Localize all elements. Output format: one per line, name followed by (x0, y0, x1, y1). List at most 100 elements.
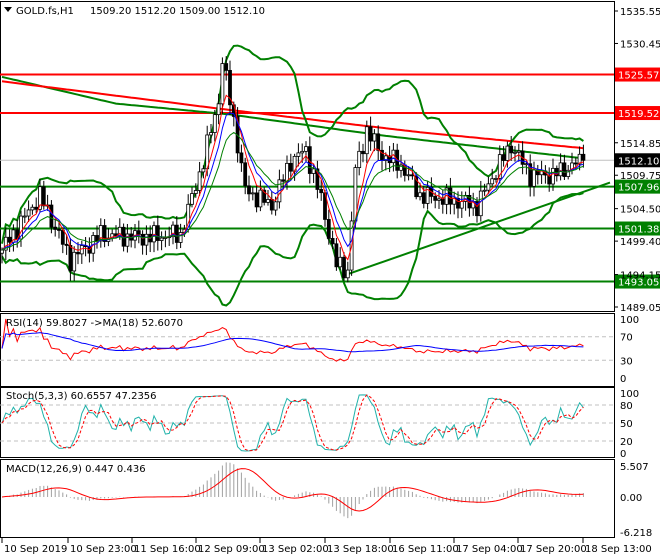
candle-body (376, 133, 381, 151)
last-price-tag-label: 1512.10 (618, 156, 659, 167)
candle-body (562, 162, 567, 177)
candle-body (250, 192, 255, 195)
candle-body (456, 197, 460, 209)
time-tick-label: 13 Sep 18:00 (327, 544, 394, 555)
candle-body (505, 145, 510, 161)
candle-body (410, 174, 415, 177)
chart-title: GOLD.fs,H1 (16, 6, 74, 17)
rsi-tick-label: 100 (620, 315, 639, 326)
macd-tick-label: 0.00 (620, 493, 642, 504)
candle-body (361, 150, 365, 155)
candle-body (7, 236, 12, 243)
candle-body (494, 178, 498, 180)
candle-body (95, 235, 99, 242)
candle-body (247, 185, 251, 195)
candle-body (573, 162, 578, 165)
candle-body (30, 206, 35, 211)
stoch-tick-label: 0 (620, 449, 626, 460)
stoch-label: Stoch(5,3,3) 60.6557 47.2356 (6, 391, 157, 402)
time-tick-label: 10 Sep 23:00 (70, 544, 137, 555)
candle-body (334, 243, 339, 268)
ohlc-readout: 1509.20 1512.20 1509.00 1512.10 (90, 6, 265, 17)
candle-body (551, 167, 555, 185)
candle-body (437, 198, 441, 201)
candle-body (368, 126, 373, 142)
candle-body (285, 162, 289, 182)
candle-body (482, 189, 487, 192)
candle-body (421, 192, 426, 204)
candle-body (64, 243, 69, 246)
candle-body (357, 150, 362, 168)
candle-body (22, 215, 27, 218)
candle-body (254, 192, 259, 208)
candle-body (258, 189, 263, 208)
candle-body (155, 225, 160, 241)
candle-body (163, 237, 168, 239)
candle-body (144, 233, 149, 246)
candle-body (345, 269, 350, 279)
candle-body (326, 219, 331, 239)
candle-body (49, 204, 54, 228)
candle-body (296, 152, 301, 157)
candle-body (433, 196, 438, 201)
candle-body (26, 209, 31, 217)
candle-body (300, 150, 305, 154)
candle-body (486, 183, 491, 191)
candle-body (372, 133, 377, 142)
price-tick-label: 1535.55 (620, 7, 660, 18)
time-tick-label: 17 Sep 20:00 (520, 544, 587, 555)
candle-body (338, 256, 343, 268)
candle-body (205, 134, 210, 170)
candle-body (459, 201, 464, 209)
candle-body (239, 152, 244, 164)
candle-body (364, 126, 369, 155)
macd-tick-label: -6.218 (620, 528, 652, 539)
candle-body (418, 192, 422, 198)
candle-body (581, 153, 586, 161)
candle-body (243, 162, 248, 187)
candle-body (34, 206, 39, 210)
stoch-tick-label: 80 (620, 401, 633, 412)
candle-body (197, 171, 202, 191)
rsi-tick-label: 0 (620, 374, 626, 385)
price-tick-label: 1509.75 (620, 171, 660, 182)
time-tick-label: 11 Sep 16:00 (134, 544, 201, 555)
stoch-tick-label: 20 (620, 437, 633, 448)
candle-body (140, 233, 145, 246)
price-tick-label: 1489.05 (620, 303, 660, 314)
candle-body (513, 151, 517, 154)
candle-body (159, 237, 164, 241)
candle-body (53, 226, 58, 230)
candle-body (136, 230, 141, 235)
time-tick-label: 10 Sep 2019 (4, 544, 67, 555)
candle-body (273, 201, 278, 211)
candle-body (440, 198, 445, 205)
candle-body (266, 199, 270, 203)
candle-body (212, 114, 217, 133)
price-tick-label: 1504.50 (620, 205, 660, 216)
candle-body (190, 193, 194, 205)
macd-label: MACD(12,26,9) 0.447 0.436 (6, 464, 146, 475)
time-tick-label: 13 Sep 02:00 (262, 544, 329, 555)
candle-body (516, 150, 521, 153)
price-tick-label: 1530.45 (620, 39, 660, 50)
stoch-tick-label: 50 (620, 419, 633, 430)
candle-body (311, 168, 316, 174)
price-tick-label: 1514.85 (620, 139, 660, 150)
candle-body (269, 199, 274, 211)
candle-body (304, 146, 308, 152)
time-tick-label: 16 Sep 11:00 (392, 544, 459, 555)
candle-body (57, 229, 61, 231)
candle-body (330, 238, 335, 245)
candle-body (558, 162, 563, 177)
candle-body (501, 154, 506, 161)
candle-body (174, 224, 179, 243)
candle-body (220, 63, 225, 105)
candle-body (216, 103, 221, 116)
candle-body (193, 190, 198, 194)
level-tag-label: 1525.57 (618, 71, 659, 82)
time-tick-label: 12 Sep 09:00 (198, 544, 265, 555)
time-tick-label: 18 Sep 13:00 (585, 544, 652, 555)
candle-body (41, 186, 46, 207)
trading-chart[interactable]: 1525.571519.521507.961501.381493.051535.… (0, 0, 660, 560)
